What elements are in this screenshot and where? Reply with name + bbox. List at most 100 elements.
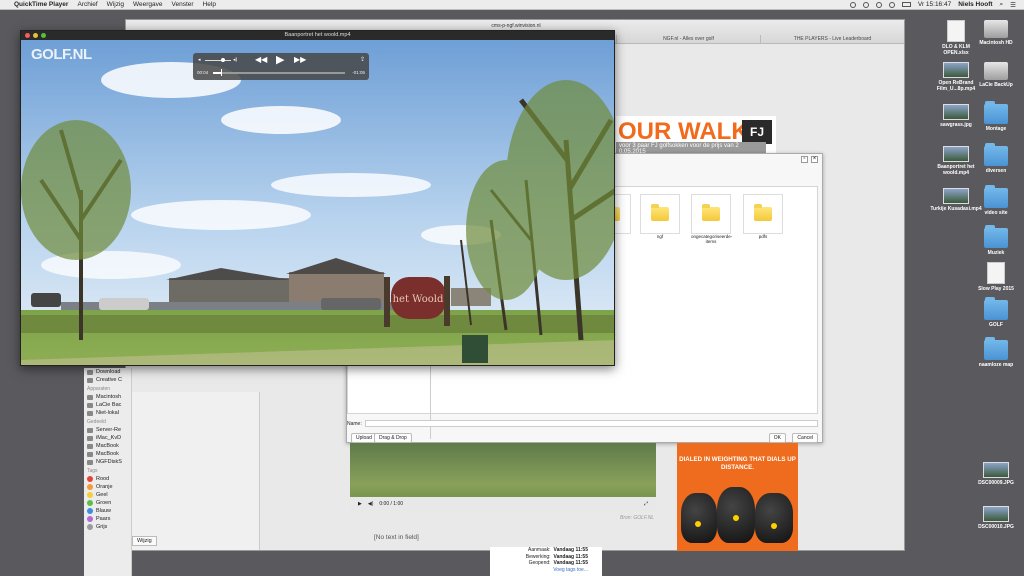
menu-app-name[interactable]: QuickTime Player	[14, 1, 68, 8]
wifi-icon[interactable]	[875, 1, 882, 8]
wijzig-button[interactable]: Wijzig	[132, 536, 157, 546]
fullscreen-icon[interactable]: ⤢	[644, 501, 648, 507]
sidebar-item[interactable]: MacBook	[84, 442, 131, 450]
tab-players[interactable]: THE PLAYERS - Live Leaderboard	[760, 35, 904, 44]
scrubber[interactable]	[220, 69, 222, 76]
embedded-video[interactable]: ▶ ◀) 0:00 / 1:00 ⤢	[350, 443, 656, 511]
desktop-icon[interactable]: diversen	[970, 143, 1022, 174]
sidebar-item[interactable]: Niet-lokal	[84, 409, 131, 417]
folder-item-ngf[interactable]: ngf	[640, 194, 680, 239]
clock[interactable]: Vr 15:16:47	[918, 1, 951, 8]
close-icon[interactable]	[25, 33, 30, 38]
play-icon[interactable]: ▶	[358, 501, 362, 507]
rewind-button[interactable]: ◀◀	[255, 55, 267, 64]
menu-venster[interactable]: Venster	[172, 1, 194, 8]
upload-button[interactable]: Upload	[351, 433, 377, 443]
sidebar-item[interactable]: iMac_KvD	[84, 434, 131, 442]
user-name[interactable]: Niels Hooft	[958, 1, 992, 8]
edit-panel: Wijzig	[126, 392, 260, 550]
sidebar-item[interactable]: Macintosh	[84, 393, 131, 401]
ok-button[interactable]: OK	[768, 433, 786, 443]
sidebar-item[interactable]: LaCie Bac	[84, 401, 131, 409]
desktop-icon[interactable]: Macintosh HD	[970, 20, 1022, 46]
sidebar-item[interactable]: NGFDiskS	[84, 458, 131, 466]
tag-color-icon	[87, 524, 93, 530]
cancel-button[interactable]: Cancel	[792, 433, 818, 443]
thumb-icon	[983, 506, 1009, 522]
desktop-icon[interactable]: naamloze map	[970, 337, 1022, 368]
desktop-icon[interactable]: video site	[970, 185, 1022, 216]
sidebar-tag[interactable]: Grijs	[84, 523, 131, 531]
desktop-icon[interactable]: Muziek	[970, 225, 1022, 256]
sidebar-tag[interactable]: Groen	[84, 499, 131, 507]
menu-archief[interactable]: Archief	[77, 1, 97, 8]
zoom-icon[interactable]	[41, 33, 46, 38]
menu-weergave[interactable]: Weergave	[133, 1, 163, 8]
spotlight-icon[interactable]: ⌕	[1000, 1, 1004, 9]
dialog-close-icon[interactable]: ×	[811, 156, 818, 163]
folder-icon	[754, 204, 772, 221]
video-frame[interactable]: het Woold GOLF.NL ◂ ◂) ◀◀ ▶ ▶▶ ⇪ 00:04 -…	[21, 40, 614, 365]
tab-bar: NGF.nl - Alles over golf THE PLAYERS - L…	[616, 35, 904, 44]
add-tags-link[interactable]: Voeg tags toe...	[490, 567, 602, 573]
fast-forward-button[interactable]: ▶▶	[294, 55, 306, 64]
play-button[interactable]: ▶	[276, 53, 284, 66]
sidebar-tag[interactable]: Paars	[84, 515, 131, 523]
drive-icon	[87, 410, 93, 416]
folder-item-pdfs[interactable]: pdfs	[743, 194, 783, 239]
volume-icon[interactable]: ◀)	[368, 501, 374, 507]
drive-icon	[984, 62, 1008, 80]
desktop-icon[interactable]: Montage	[970, 101, 1022, 132]
thumb-icon	[943, 62, 969, 78]
name-input[interactable]	[364, 420, 818, 427]
volume-slider[interactable]: ◂ ◂)	[198, 57, 237, 63]
desktop-icon[interactable]: DSC00010.JPG	[970, 506, 1022, 530]
sidebar-tag[interactable]: Geel	[84, 491, 131, 499]
drive-icon	[87, 402, 93, 408]
sidebar-tag[interactable]: Blauw	[84, 507, 131, 515]
address-bar[interactable]: cms-p-ngf.winvision.nl	[466, 23, 566, 29]
share-icon[interactable]: ⇪	[360, 56, 365, 63]
tab-ngf[interactable]: NGF.nl - Alles over golf	[616, 35, 760, 44]
weight-marker	[733, 515, 739, 521]
progress-bar[interactable]	[213, 72, 345, 74]
desktop-icon-label: Slow Play 2015	[978, 286, 1014, 292]
desktop-icon[interactable]: GOLF	[970, 297, 1022, 328]
desktop-icon[interactable]: Slow Play 2015	[970, 262, 1022, 292]
qt-titlebar[interactable]: Baanportret het woold.mp4	[21, 31, 614, 40]
desktop-icon-label: LaCie BackUp	[979, 82, 1013, 88]
volume-icon[interactable]	[888, 1, 895, 8]
dialog-expand-icon[interactable]: ▫	[801, 156, 808, 163]
thumb-icon	[943, 146, 969, 162]
folder-icon	[984, 337, 1008, 360]
desktop-icon[interactable]: DSC00009.JPG	[970, 462, 1022, 486]
sidebar-item[interactable]: MacBook	[84, 450, 131, 458]
video-controls: ▶ ◀) 0:00 / 1:00 ⤢	[350, 497, 656, 511]
desktop-icon-label: video site	[984, 210, 1008, 216]
doc-icon	[987, 262, 1005, 284]
folder-item-ongecategoriseerde[interactable]: ongecategoriseerde-items	[691, 194, 732, 244]
sidebar-item[interactable]: Download	[84, 368, 131, 376]
notification-icon[interactable]: ☰	[1010, 1, 1016, 9]
sidebar-tag[interactable]: Oranje	[84, 483, 131, 491]
desktop-icon-label: naamloze map	[978, 362, 1014, 368]
minimize-icon[interactable]	[33, 33, 38, 38]
desktop-icon[interactable]: LaCie BackUp	[970, 62, 1022, 88]
sidebar-item[interactable]: Creative C	[84, 376, 131, 384]
computer-icon	[87, 427, 93, 433]
video-time: 0:00 / 1:00	[379, 501, 404, 507]
name-row: Name:	[347, 419, 818, 428]
sidebar-tag[interactable]: Rood	[84, 475, 131, 483]
timemachine-icon[interactable]	[862, 1, 869, 8]
sidebar-item[interactable]: Server-Re	[84, 426, 131, 434]
desktop-icon-label: DSC00010.JPG	[978, 524, 1014, 530]
menu-help[interactable]: Help	[203, 1, 216, 8]
battery-icon[interactable]	[901, 2, 911, 7]
volume-knob[interactable]	[221, 58, 226, 62]
sync-icon[interactable]	[849, 1, 856, 8]
drag-drop-button[interactable]: Drag & Drop	[374, 433, 412, 443]
driver-ad[interactable]: DIALED IN WEIGHTING THAT DIALS UP DISTAN…	[677, 443, 798, 551]
fj-logo: FJ	[742, 120, 772, 144]
golfnl-logo: GOLF.NL	[31, 46, 92, 63]
menu-wijzig[interactable]: Wijzig	[107, 1, 124, 8]
